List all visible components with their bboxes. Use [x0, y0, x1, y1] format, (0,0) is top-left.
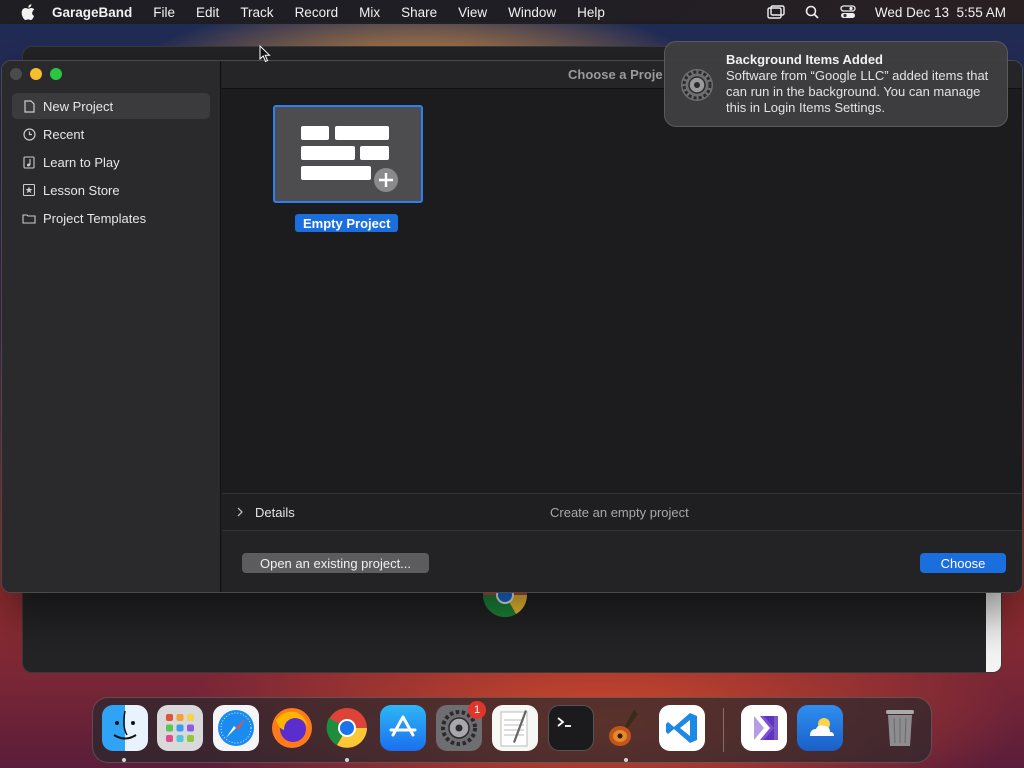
disclosure-chevron-icon[interactable]	[236, 506, 244, 520]
empty-project-label[interactable]: Empty Project	[295, 214, 399, 232]
choose-button[interactable]: Choose	[920, 553, 1006, 573]
spotlight-search-icon[interactable]	[803, 5, 821, 19]
dock-finder-icon[interactable]	[102, 705, 148, 751]
control-center-icon[interactable]	[839, 5, 857, 19]
running-indicator	[345, 758, 349, 762]
window-footer: Open an existing project... Choose	[222, 531, 1022, 592]
star-icon	[22, 183, 36, 197]
dock-terminal-icon[interactable]	[548, 705, 594, 751]
dock-firefox-icon[interactable]	[269, 705, 315, 751]
sidebar-item-label: New Project	[43, 98, 114, 114]
clock-icon	[22, 127, 36, 141]
notification-title: Background Items Added	[726, 52, 883, 67]
details-bar: Details Create an empty project	[222, 493, 1022, 531]
dock-launchpad-icon[interactable]	[157, 705, 203, 751]
dock-visual-studio-icon[interactable]	[741, 705, 787, 751]
dock-trash-icon[interactable]	[877, 705, 923, 751]
apple-menu-icon[interactable]	[16, 4, 40, 20]
sidebar-item-label: Recent	[43, 126, 85, 142]
chrome-logo-icon	[483, 593, 527, 617]
open-existing-project-button[interactable]: Open an existing project...	[242, 553, 429, 573]
window-zoom-button[interactable]	[50, 68, 62, 80]
empty-project-icon	[301, 126, 401, 195]
menu-share[interactable]: Share	[401, 5, 437, 20]
menu-mix[interactable]: Mix	[359, 5, 380, 20]
empty-project-tile[interactable]	[273, 105, 423, 203]
dock: 1	[92, 697, 932, 763]
dock-app-store-icon[interactable]	[380, 705, 426, 751]
dock-safari-icon[interactable]	[213, 705, 259, 751]
screen-mirroring-icon[interactable]	[767, 5, 785, 19]
sidebar-item-label: Learn to Play	[43, 154, 120, 170]
project-chooser-window: New Project Recent Learn to Play Lesson …	[1, 60, 1023, 593]
window-title: Choose a Proje	[568, 67, 663, 82]
window-minimize-button[interactable]	[30, 68, 42, 80]
menu-view[interactable]: View	[458, 5, 487, 20]
menu-window[interactable]: Window	[508, 5, 556, 20]
menu-help[interactable]: Help	[577, 5, 605, 20]
sidebar-item-learn-to-play[interactable]: Learn to Play	[12, 149, 210, 175]
menu-record[interactable]: Record	[295, 5, 339, 20]
menu-file[interactable]: File	[153, 5, 175, 20]
sidebar-item-label: Lesson Store	[43, 182, 120, 198]
running-indicator	[122, 758, 126, 762]
dock-weather-icon[interactable]	[797, 705, 843, 751]
sidebar-item-new-project[interactable]: New Project	[12, 93, 210, 119]
dock-system-settings-icon[interactable]: 1	[436, 701, 486, 751]
mouse-cursor-icon	[259, 44, 271, 68]
menubar-clock[interactable]: Wed Dec 13 5:55 AM	[875, 5, 1006, 20]
background-window-edge	[986, 593, 1001, 672]
menu-edit[interactable]: Edit	[196, 5, 219, 20]
menu-app-name[interactable]: GarageBand	[52, 5, 132, 20]
dock-separator	[723, 708, 724, 752]
notification-badge: 1	[468, 701, 486, 719]
menu-bar: GarageBand File Edit Track Record Mix Sh…	[0, 0, 1024, 24]
project-grid: Empty Project	[222, 89, 1022, 493]
dock-vscode-icon[interactable]	[659, 705, 705, 751]
window-close-button[interactable]	[10, 68, 22, 80]
sidebar-item-lesson-store[interactable]: Lesson Store	[12, 177, 210, 203]
details-toggle[interactable]: Details	[255, 505, 295, 520]
sidebar: New Project Recent Learn to Play Lesson …	[2, 61, 221, 592]
menu-track[interactable]: Track	[240, 5, 273, 20]
document-icon	[22, 99, 36, 113]
running-indicator	[624, 758, 628, 762]
dock-chrome-icon[interactable]	[324, 705, 370, 751]
dock-garageband-icon[interactable]	[603, 705, 649, 751]
notification-body: Software from “Google LLC” added items t…	[726, 68, 989, 115]
music-note-icon	[22, 155, 36, 169]
project-description: Create an empty project	[550, 505, 689, 520]
background-items-notification[interactable]: Background Items Added Software from “Go…	[664, 41, 1008, 127]
dock-textedit-icon[interactable]	[492, 705, 538, 751]
folder-icon	[22, 211, 36, 225]
system-settings-gear-icon	[677, 65, 717, 105]
sidebar-item-project-templates[interactable]: Project Templates	[12, 205, 210, 231]
sidebar-item-recent[interactable]: Recent	[12, 121, 210, 147]
sidebar-item-label: Project Templates	[43, 210, 147, 226]
